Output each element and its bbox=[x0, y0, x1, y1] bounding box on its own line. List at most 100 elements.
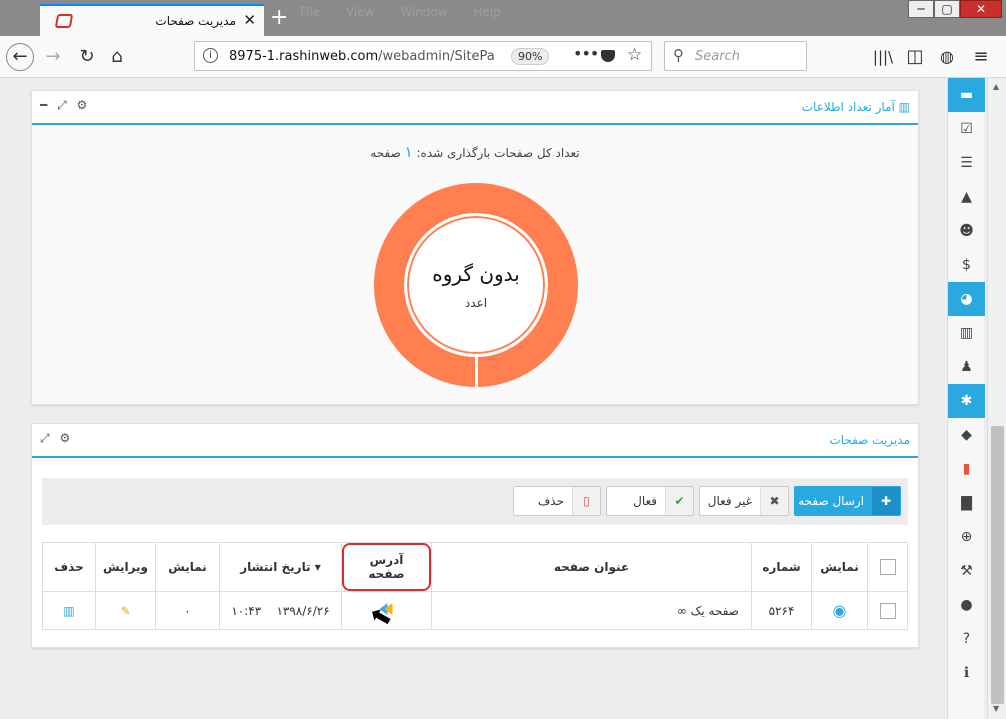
home-button[interactable]: ⌂ bbox=[104, 44, 130, 70]
scrollbar-thumb[interactable] bbox=[991, 426, 1004, 704]
deactivate-label: غیر فعال bbox=[707, 494, 752, 508]
zoom-badge[interactable]: 90% bbox=[511, 48, 550, 65]
select-all-checkbox[interactable] bbox=[879, 559, 896, 575]
road-icon[interactable]: ▲ bbox=[948, 180, 985, 214]
back-button[interactable]: ← bbox=[6, 43, 34, 71]
col-display: نمایش bbox=[155, 542, 220, 592]
url-path: /webadmin/SitePa bbox=[378, 49, 495, 64]
zoom-icon[interactable]: ⊕ bbox=[948, 520, 985, 554]
send-page-button[interactable]: ✚ ارسال صفحه bbox=[794, 486, 901, 516]
search-input[interactable]: Search bbox=[695, 49, 740, 64]
x-icon: ✖ bbox=[760, 487, 788, 515]
gear-icon[interactable]: ✱ bbox=[948, 384, 985, 418]
window-maximize-button[interactable]: ▢ bbox=[934, 0, 960, 18]
row-address-cell: ⬉ bbox=[341, 591, 432, 634]
check-icon: ✔ bbox=[665, 487, 693, 515]
search-box[interactable]: ⚲ Search bbox=[664, 41, 807, 71]
row-checkbox[interactable] bbox=[879, 602, 896, 619]
expand-icon[interactable]: ⤢ bbox=[40, 431, 50, 445]
pages-table: نمایش شماره عنوان صفحه آدرس صفحه ▾ تاریخ… bbox=[42, 542, 908, 634]
globe-icon[interactable]: ◍ bbox=[934, 44, 960, 70]
check-square-icon[interactable]: ☑ bbox=[948, 112, 985, 146]
row-select-cell bbox=[867, 591, 908, 630]
row-views: ۰ bbox=[155, 591, 220, 630]
donut-center: بدون گروه اعدد bbox=[404, 213, 548, 357]
dollar-icon[interactable]: $ bbox=[948, 248, 985, 282]
stats-summary-text: تعداد کل صفحات بارگذاری شده: bbox=[416, 146, 580, 160]
stats-unit: صفحه bbox=[370, 146, 401, 160]
settings-icon[interactable]: ⚙ bbox=[59, 431, 70, 445]
url-text[interactable]: 8975-1.rashinweb.com/webadmin/SitePa bbox=[229, 49, 495, 64]
link-icon: ∞ bbox=[676, 603, 687, 618]
scroll-down-icon[interactable]: ▼ bbox=[993, 704, 999, 713]
trash-icon[interactable]: ▥ bbox=[63, 604, 74, 618]
col-edit: ویرایش bbox=[95, 542, 156, 592]
folder-open-icon[interactable]: ▬ bbox=[948, 78, 985, 112]
list-icon[interactable]: ☰ bbox=[948, 146, 985, 180]
panel-tools: ⤢ ⚙ bbox=[40, 431, 76, 446]
delete-button[interactable]: ▯ حذف bbox=[513, 486, 601, 516]
row-edit-cell: ✎ bbox=[95, 591, 156, 630]
expand-icon[interactable]: ⤢ bbox=[57, 98, 67, 112]
row-time: ۱۰:۴۳ bbox=[231, 603, 262, 618]
tab-bar: File View Window Help مدیریت صفحات ✕ + ─… bbox=[0, 0, 1006, 36]
stats-panel-body: تعداد کل صفحات بارگذاری شده: ۱ صفحه بدون… bbox=[32, 127, 918, 404]
site-info-icon[interactable]: i bbox=[203, 48, 218, 63]
pages-panel: مدیریت صفحات ⤢ ⚙ ✚ ارسال صفحه ✖ غیر فعال… bbox=[31, 423, 919, 648]
library-icon[interactable]: |||\ bbox=[870, 44, 896, 70]
settings-icon[interactable]: ⚙ bbox=[77, 98, 88, 112]
reload-button[interactable]: ↻ bbox=[74, 44, 100, 70]
pencil-icon[interactable]: ✎ bbox=[120, 604, 130, 618]
tags-icon[interactable]: ◆ bbox=[948, 418, 985, 452]
window-close-button[interactable]: ✕ bbox=[960, 0, 1002, 18]
send-page-label: ارسال صفحه bbox=[798, 494, 864, 508]
browser-tab[interactable]: مدیریت صفحات ✕ bbox=[40, 4, 264, 36]
col-delete: حذف bbox=[42, 542, 96, 592]
donut-chart[interactable]: بدون گروه اعدد bbox=[374, 183, 578, 387]
pocket-icon[interactable] bbox=[601, 50, 615, 62]
table-header-row: نمایش شماره عنوان صفحه آدرس صفحه ▾ تاریخ… bbox=[42, 542, 908, 592]
col-number: شماره bbox=[751, 542, 812, 592]
trash-icon: ▯ bbox=[572, 487, 600, 515]
stats-panel-title: ▥ آمار تعداد اطلاعات bbox=[802, 100, 910, 114]
users-icon[interactable]: ☻ bbox=[948, 214, 985, 248]
tab-close-icon[interactable]: ✕ bbox=[243, 11, 256, 29]
menu-window: Window bbox=[400, 5, 448, 19]
row-date: ۱۳۹۸/۶/۲۶ bbox=[276, 603, 330, 618]
search-icon: ⚲ bbox=[673, 46, 684, 64]
delete-label: حذف bbox=[537, 494, 564, 508]
window-minimize-button[interactable]: ─ bbox=[908, 0, 934, 18]
col-publish-date[interactable]: ▾ تاریخ انتشار bbox=[219, 542, 342, 592]
row-title[interactable]: صفحه یک bbox=[691, 604, 739, 618]
sidebar-toggle-icon[interactable]: ◫ bbox=[902, 44, 928, 70]
pie-chart-icon[interactable]: ◕ bbox=[948, 282, 985, 316]
globe-sidebar-icon[interactable]: ● bbox=[948, 588, 985, 622]
collapse-icon[interactable]: ━ bbox=[40, 98, 47, 112]
scroll-up-icon[interactable]: ▲ bbox=[993, 82, 999, 91]
bar-chart-icon[interactable]: ▥ bbox=[948, 316, 985, 350]
col-address[interactable]: آدرس صفحه bbox=[342, 543, 431, 591]
scrollbar[interactable]: ▲ ▼ bbox=[987, 78, 1006, 719]
bookmark-star-icon[interactable]: ☆ bbox=[627, 45, 642, 65]
forward-button[interactable]: → bbox=[40, 44, 66, 70]
col-show: نمایش bbox=[811, 542, 868, 592]
menu-help: Help bbox=[473, 5, 501, 19]
page-actions-icon[interactable]: ••• bbox=[573, 44, 599, 63]
activate-button[interactable]: ✔ فعال bbox=[606, 486, 694, 516]
row-date-cell: ۱۳۹۸/۶/۲۶ ۱۰:۴۳ bbox=[219, 591, 342, 630]
pages-panel-title: مدیریت صفحات bbox=[829, 433, 910, 447]
file-icon[interactable]: ▇ bbox=[948, 486, 985, 520]
new-tab-button[interactable]: + bbox=[270, 5, 288, 30]
stats-summary: تعداد کل صفحات بارگذاری شده: ۱ صفحه bbox=[32, 143, 918, 161]
question-icon[interactable]: ? bbox=[948, 622, 985, 656]
row-delete-cell: ▥ bbox=[42, 591, 96, 630]
eye-icon[interactable]: ◉ bbox=[833, 601, 847, 620]
wrench-icon[interactable]: ⚒ bbox=[948, 554, 985, 588]
url-bar[interactable]: i 8975-1.rashinweb.com/webadmin/SitePa 9… bbox=[194, 41, 652, 71]
sitemap-icon[interactable]: ♟ bbox=[948, 350, 985, 384]
deactivate-button[interactable]: ✖ غیر فعال bbox=[699, 486, 789, 516]
donut-seam bbox=[475, 355, 478, 387]
hamburger-menu-icon[interactable]: ≡ bbox=[968, 44, 994, 70]
office-icon[interactable]: ▮ bbox=[948, 452, 985, 486]
info-icon[interactable]: ℹ bbox=[948, 656, 985, 690]
